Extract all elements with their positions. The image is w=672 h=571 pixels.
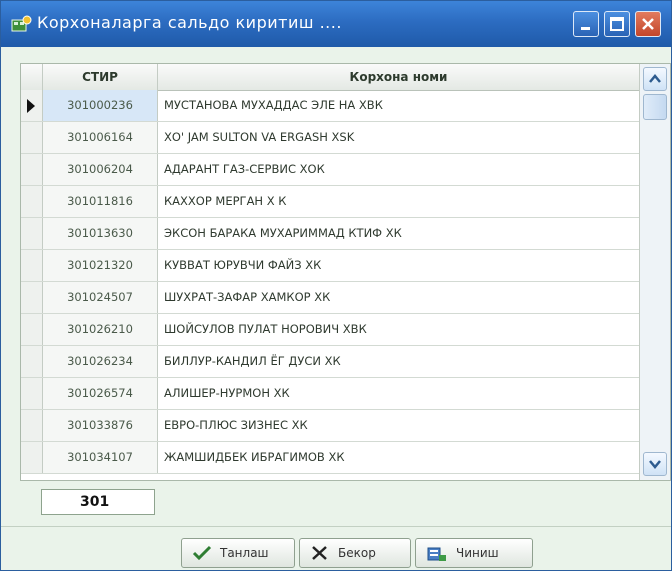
maximize-icon — [610, 17, 624, 31]
row-stir[interactable]: 301026210 — [43, 314, 158, 345]
close-icon — [312, 546, 327, 560]
row-indicator — [21, 154, 43, 185]
current-row-arrow-icon — [27, 99, 35, 113]
row-company-name[interactable]: АЛИШЕР-НУРМОН ХК — [164, 378, 290, 409]
row-indicator — [21, 442, 43, 473]
title-bar[interactable]: Корхоналарга сальдо киритиш .... — [1, 1, 671, 47]
row-company-name[interactable]: ЭКСОН БАРАКА МУХАРИММАД КТИФ ХК — [164, 218, 402, 249]
row-company-name[interactable]: ШУХРАТ-ЗАФАР ХАМКОР ХК — [164, 282, 330, 313]
row-stir[interactable]: 301026234 — [43, 346, 158, 377]
row-indicator — [21, 346, 43, 377]
table-row[interactable]: 301033876 ЕВРО-ПЛЮС ЗИЗНЕС ХК — [21, 410, 639, 442]
table-row[interactable]: 301006164 ХО' JAM SULTON VA ERGASH XSK — [21, 122, 639, 154]
scroll-up-button[interactable] — [643, 67, 667, 91]
chevron-up-icon — [649, 74, 661, 83]
row-company-name[interactable]: БИЛЛУР-КАНДИЛ ЁГ ДУСИ ХК — [164, 346, 341, 377]
row-stir[interactable]: 301034107 — [43, 442, 158, 473]
header-indicator-cell — [21, 64, 43, 90]
window-title: Корхоналарга сальдо киритиш .... — [37, 13, 342, 32]
scroll-down-button[interactable] — [643, 452, 667, 476]
table-row[interactable]: 301011816 КАХХОР МЕРГАН Х К — [21, 186, 639, 218]
row-indicator — [21, 186, 43, 217]
clear-button[interactable]: Чиниш — [415, 538, 533, 568]
table-row[interactable]: 301034107 ЖАМШИДБЕК ИБРАГИМОВ ХК — [21, 442, 639, 474]
close-icon — [642, 18, 654, 30]
minimize-icon — [581, 27, 590, 30]
table-row[interactable]: 301021320 КУВВАТ ЮРУВЧИ ФАЙЗ ХК — [21, 250, 639, 282]
row-stir[interactable]: 301021320 — [43, 250, 158, 281]
select-button-label: Танлаш — [220, 546, 269, 560]
table-row[interactable]: 301026210 ШОЙСУЛОВ ПУЛАТ НОРОВИЧ ХВК — [21, 314, 639, 346]
row-company-name[interactable]: АДАРАНТ ГАЗ-СЕРВИС ХОК — [164, 154, 325, 185]
row-stir[interactable]: 301011816 — [43, 186, 158, 217]
row-company-name[interactable]: МУСТАНОВА МУХАДДАС ЭЛЕ НА ХВК — [164, 90, 383, 121]
row-indicator — [21, 122, 43, 153]
row-company-name[interactable]: ХО' JAM SULTON VA ERGASH XSK — [164, 122, 354, 153]
column-header-stir[interactable]: СТИР — [43, 64, 158, 90]
companies-grid[interactable]: СТИР Корхона номи 301000236 МУСТАНОВА МУ… — [20, 63, 671, 481]
table-row[interactable]: 301006204 АДАРАНТ ГАЗ-СЕРВИС ХОК — [21, 154, 639, 186]
row-company-name[interactable]: ЕВРО-ПЛЮС ЗИЗНЕС ХК — [164, 410, 308, 441]
row-company-name[interactable]: ШОЙСУЛОВ ПУЛАТ НОРОВИЧ ХВК — [164, 314, 367, 345]
clear-button-label: Чиниш — [456, 546, 499, 560]
row-stir[interactable]: 301033876 — [43, 410, 158, 441]
dialog-window: Корхоналарга сальдо киритиш .... СТИР Ко… — [0, 0, 672, 571]
cancel-button-label: Бекор — [338, 546, 376, 560]
minimize-button[interactable] — [573, 11, 599, 37]
row-stir[interactable]: 301024507 — [43, 282, 158, 313]
row-stir[interactable]: 301006164 — [43, 122, 158, 153]
row-indicator — [21, 282, 43, 313]
row-indicator — [21, 410, 43, 441]
row-stir[interactable]: 301013630 — [43, 218, 158, 249]
search-input[interactable]: 301 — [41, 489, 155, 515]
row-company-name[interactable]: КУВВАТ ЮРУВЧИ ФАЙЗ ХК — [164, 250, 321, 281]
row-stir[interactable]: 301006204 — [43, 154, 158, 185]
row-indicator — [21, 250, 43, 281]
checkmark-icon — [192, 545, 212, 561]
row-company-name[interactable]: ЖАМШИДБЕК ИБРАГИМОВ ХК — [164, 442, 345, 473]
table-row[interactable]: 301024507 ШУХРАТ-ЗАФАР ХАМКОР ХК — [21, 282, 639, 314]
row-indicator — [21, 378, 43, 409]
close-button[interactable] — [635, 11, 661, 37]
select-button[interactable]: Танлаш — [181, 538, 295, 568]
row-indicator — [21, 314, 43, 345]
table-row[interactable]: 301026574 АЛИШЕР-НУРМОН ХК — [21, 378, 639, 410]
row-indicator — [21, 90, 43, 121]
maximize-button[interactable] — [604, 11, 630, 37]
divider — [1, 526, 671, 527]
grid-header: СТИР Корхона номи — [21, 64, 639, 91]
clear-icon — [427, 547, 446, 561]
chevron-down-icon — [649, 460, 661, 469]
cancel-button[interactable]: Бекор — [299, 538, 411, 568]
row-stir[interactable]: 301000236 — [43, 90, 158, 121]
table-row[interactable]: 301026234 БИЛЛУР-КАНДИЛ ЁГ ДУСИ ХК — [21, 346, 639, 378]
row-stir[interactable]: 301026574 — [43, 378, 158, 409]
column-header-company-name[interactable]: Корхона номи — [158, 64, 639, 90]
scroll-thumb[interactable] — [643, 94, 667, 120]
table-row[interactable]: 301013630 ЭКСОН БАРАКА МУХАРИММАД КТИФ Х… — [21, 218, 639, 250]
vertical-scrollbar[interactable] — [639, 64, 670, 480]
table-row[interactable]: 301000236 МУСТАНОВА МУХАДДАС ЭЛЕ НА ХВК — [21, 90, 639, 122]
app-icon — [11, 14, 33, 34]
row-indicator — [21, 218, 43, 249]
row-company-name[interactable]: КАХХОР МЕРГАН Х К — [164, 186, 286, 217]
